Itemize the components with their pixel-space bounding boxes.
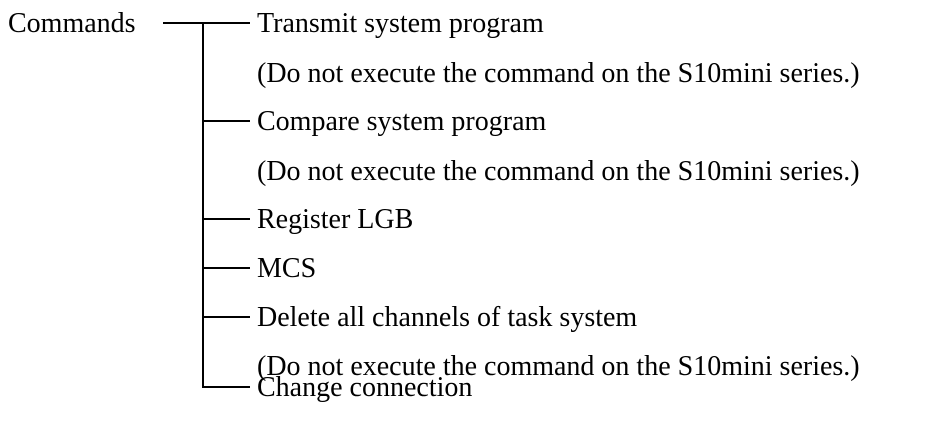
branch-label-compare-system-program: Compare system program <box>257 106 547 137</box>
branch-label-delete-all-channels: Delete all channels of task system <box>257 302 638 333</box>
branch-label-mcs: MCS <box>257 253 317 284</box>
branch-note: (Do not execute the command on the S10mi… <box>257 58 860 89</box>
root-connector-line <box>163 22 204 24</box>
branch-line <box>202 267 250 269</box>
branch-note: (Do not execute the command on the S10mi… <box>257 156 860 187</box>
branch-label-register-lgb: Register LGB <box>257 204 414 235</box>
branch-line <box>202 386 250 388</box>
branch-label-transmit-system-program: Transmit system program <box>257 8 544 39</box>
branch-line <box>202 120 250 122</box>
branch-line <box>202 316 250 318</box>
branch-line <box>202 22 250 24</box>
branch-label-change-connection: Change connection <box>257 372 473 403</box>
tree-trunk-line <box>202 22 204 388</box>
tree-root-label: Commands <box>8 8 136 39</box>
branch-line <box>202 218 250 220</box>
